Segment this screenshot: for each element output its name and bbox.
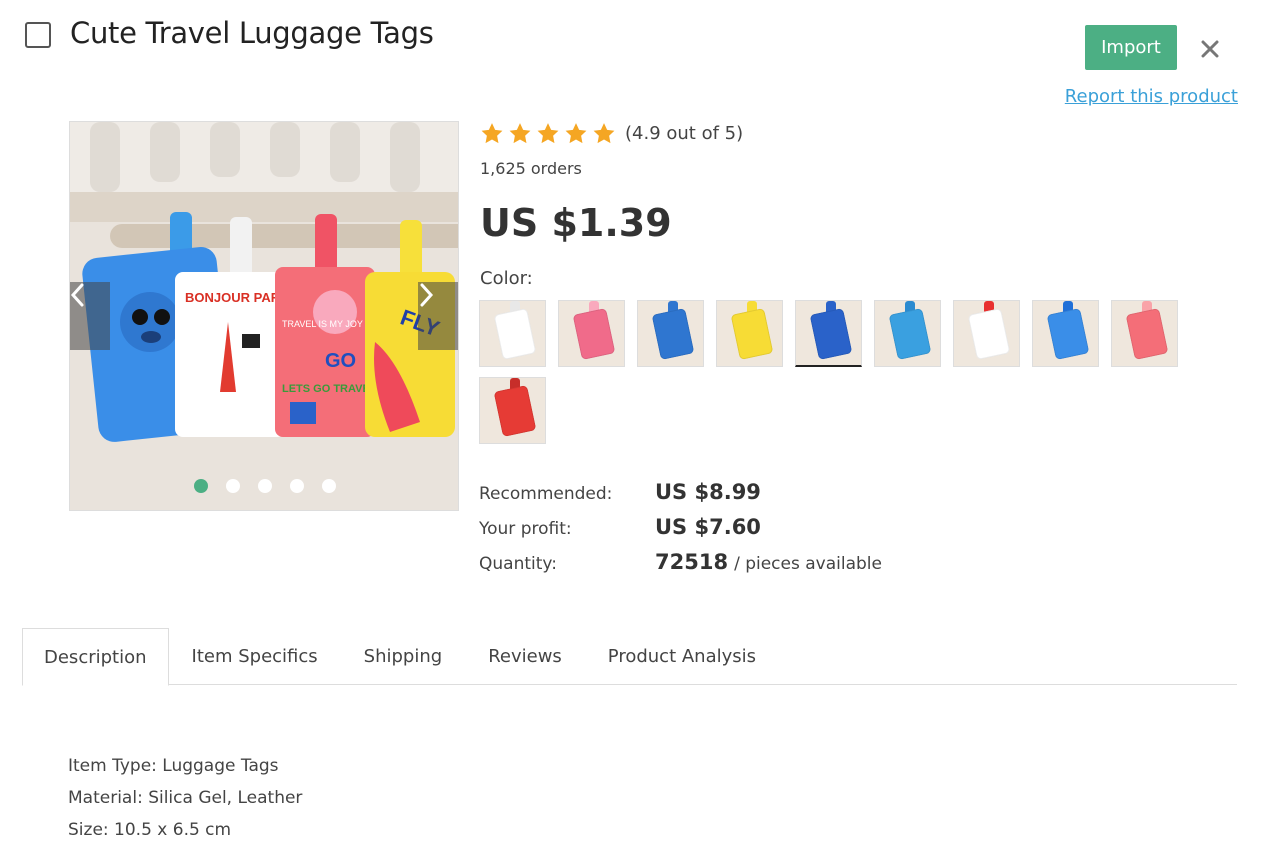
star-rating xyxy=(479,121,617,146)
swatch-tag-image xyxy=(651,307,695,361)
star-icon xyxy=(481,123,503,144)
tab-item-specifics[interactable]: Item Specifics xyxy=(169,628,341,685)
carousel-dots xyxy=(194,479,336,493)
product-tabs: Description Item Specifics Shipping Revi… xyxy=(22,628,1237,686)
carousel-next-button[interactable] xyxy=(418,282,458,350)
carousel-dot[interactable] xyxy=(226,479,240,493)
tab-reviews[interactable]: Reviews xyxy=(465,628,585,685)
description-line: Size: 10.5 x 6.5 cm xyxy=(68,820,232,840)
carousel-dot[interactable] xyxy=(258,479,272,493)
color-swatch-pink-travel[interactable] xyxy=(1111,300,1178,367)
swatch-tag-image xyxy=(888,307,932,361)
product-title: Cute Travel Luggage Tags xyxy=(70,16,434,50)
product-image: BONJOUR PARIS TRAVEL IS MY JOY GO LETS G… xyxy=(70,122,458,510)
profit-label: Your profit: xyxy=(479,519,572,539)
color-swatch-red-bus[interactable] xyxy=(479,377,546,444)
quantity-value: 72518 xyxy=(655,550,729,574)
swatch-tag-image xyxy=(493,307,537,361)
profit-row: Your profit: US $7.60 xyxy=(479,515,882,550)
swatch-tag-image xyxy=(967,307,1011,361)
chevron-left-icon xyxy=(70,283,84,307)
travel-tag-text: TRAVEL IS MY JOY xyxy=(282,319,363,329)
color-swatch-blue-plane[interactable] xyxy=(637,300,704,367)
color-swatch-blue-green[interactable] xyxy=(874,300,941,367)
swatch-tag-image xyxy=(730,307,774,361)
color-swatch-pink[interactable] xyxy=(558,300,625,367)
tab-description[interactable]: Description xyxy=(22,628,169,686)
recommended-value: US $8.99 xyxy=(655,480,761,504)
carousel-dot[interactable] xyxy=(322,479,336,493)
profit-value: US $7.60 xyxy=(655,515,761,539)
chevron-right-icon xyxy=(420,283,434,307)
report-product-link[interactable]: Report this product xyxy=(1065,86,1238,107)
swatch-tag-image xyxy=(1125,307,1169,361)
tab-product-analysis[interactable]: Product Analysis xyxy=(585,628,779,685)
carousel-dot[interactable] xyxy=(290,479,304,493)
quantity-row: Quantity: 72518 / pieces available xyxy=(479,550,882,585)
star-icon xyxy=(565,123,587,144)
quantity-suffix: / pieces available xyxy=(734,554,882,574)
select-product-checkbox[interactable] xyxy=(25,22,51,48)
description-line: Material: Silica Gel, Leather xyxy=(68,788,303,808)
import-button[interactable]: Import xyxy=(1085,25,1177,70)
star-icon xyxy=(537,123,559,144)
color-swatch-white-paris[interactable] xyxy=(479,300,546,367)
color-swatch-white-london[interactable] xyxy=(953,300,1020,367)
rating-row: (4.9 out of 5) xyxy=(479,121,743,146)
product-detail-page: Cute Travel Luggage Tags Import Report t… xyxy=(0,0,1265,843)
color-swatch-blue-stitch[interactable] xyxy=(1032,300,1099,367)
color-swatch-yellow[interactable] xyxy=(716,300,783,367)
swatch-tag-image xyxy=(1046,307,1090,361)
swatch-tag-image xyxy=(572,307,616,361)
close-icon xyxy=(1201,40,1219,58)
recommended-row: Recommended: US $8.99 xyxy=(479,480,882,515)
quantity-label: Quantity: xyxy=(479,554,557,574)
go-text: GO xyxy=(325,350,356,372)
pricing-stats: Recommended: US $8.99 Your profit: US $7… xyxy=(479,480,882,585)
description-content: Item Type: Luggage Tags Material: Silica… xyxy=(68,750,302,843)
product-image-carousel[interactable]: BONJOUR PARIS TRAVEL IS MY JOY GO LETS G… xyxy=(69,121,459,511)
swatch-tag-image xyxy=(493,384,537,438)
lets-go-text: LETS GO TRAVEL xyxy=(282,383,377,395)
orders-count: 1,625 orders xyxy=(480,159,582,178)
description-line: Item Type: Luggage Tags xyxy=(68,756,279,776)
swatch-tag-image xyxy=(809,307,853,361)
carousel-prev-button[interactable] xyxy=(70,282,110,350)
color-swatch-blue-cat[interactable] xyxy=(795,300,862,367)
star-icon xyxy=(509,123,531,144)
recommended-label: Recommended: xyxy=(479,484,613,504)
color-swatches xyxy=(479,300,1199,444)
star-icon xyxy=(593,123,615,144)
color-label: Color: xyxy=(480,268,533,289)
tab-shipping[interactable]: Shipping xyxy=(341,628,466,685)
rating-text: (4.9 out of 5) xyxy=(625,123,744,144)
carousel-dot[interactable] xyxy=(194,479,208,493)
product-price: US $1.39 xyxy=(480,201,672,245)
close-button[interactable] xyxy=(1196,34,1224,64)
